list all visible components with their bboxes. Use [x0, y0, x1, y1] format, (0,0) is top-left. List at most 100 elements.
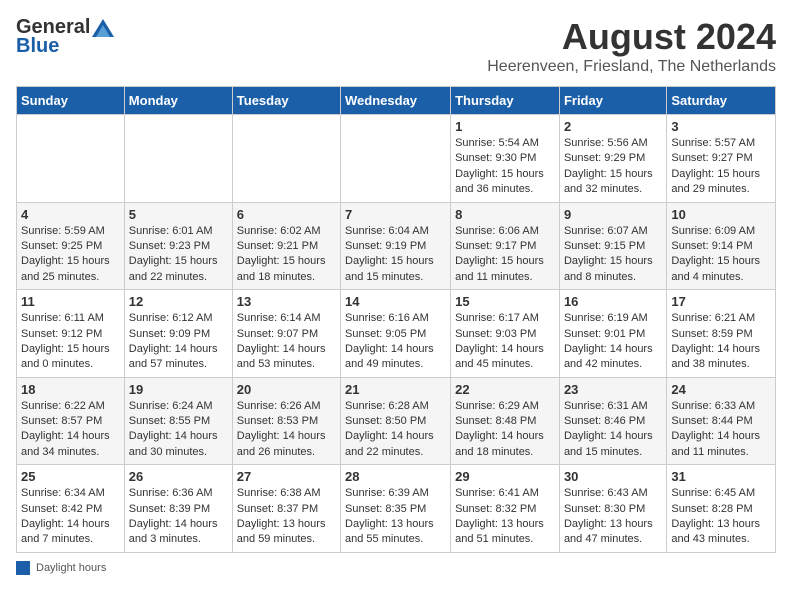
day-number: 22	[455, 382, 555, 397]
day-info: Sunrise: 6:24 AM Sunset: 8:55 PM Dayligh…	[129, 399, 228, 461]
day-info: Sunrise: 5:57 AM Sunset: 9:27 PM Dayligh…	[671, 136, 771, 198]
calendar-cell: 22 Sunrise: 6:29 AM Sunset: 8:48 PM Dayli…	[451, 377, 560, 465]
day-number: 4	[21, 207, 120, 222]
day-info: Sunrise: 6:11 AM Sunset: 9:12 PM Dayligh…	[21, 311, 120, 373]
day-number: 27	[237, 469, 336, 484]
day-info: Sunrise: 6:19 AM Sunset: 9:01 PM Dayligh…	[564, 311, 662, 373]
day-number: 11	[21, 294, 120, 309]
weekday-header-monday: Monday	[124, 87, 232, 115]
calendar-cell: 24Sunrise: 6:33 AM Sunset: 8:44 PM Dayli…	[667, 377, 776, 465]
day-info: Sunrise: 6:36 AM Sunset: 8:39 PM Dayligh…	[129, 486, 228, 548]
calendar-cell: 17Sunrise: 6:21 AM Sunset: 8:59 PM Dayli…	[667, 290, 776, 378]
logo: General Blue	[16, 16, 114, 58]
day-info: Sunrise: 5:54 AM Sunset: 9:30 PM Dayligh…	[455, 136, 555, 198]
weekday-header-tuesday: Tuesday	[232, 87, 340, 115]
calendar-cell: 27Sunrise: 6:38 AM Sunset: 8:37 PM Dayli…	[232, 465, 340, 553]
day-info: Sunrise: 6:16 AM Sunset: 9:05 PM Dayligh…	[345, 311, 446, 373]
day-number: 14	[345, 294, 446, 309]
day-number: 21	[345, 382, 446, 397]
weekday-header-row: SundayMondayTuesdayWednesdayThursdayFrid…	[17, 87, 776, 115]
calendar-cell: 26Sunrise: 6:36 AM Sunset: 8:39 PM Dayli…	[124, 465, 232, 553]
calendar-cell	[341, 115, 451, 203]
day-number: 7	[345, 207, 446, 222]
calendar-table: SundayMondayTuesdayWednesdayThursdayFrid…	[16, 86, 776, 553]
calendar-cell: 21 Sunrise: 6:28 AM Sunset: 8:50 PM Dayli…	[341, 377, 451, 465]
day-number: 25	[21, 469, 120, 484]
day-info: Sunrise: 6:12 AM Sunset: 9:09 PM Dayligh…	[129, 311, 228, 373]
day-info: Sunrise: 6:43 AM Sunset: 8:30 PM Dayligh…	[564, 486, 662, 548]
day-number: 31	[671, 469, 771, 484]
day-number: 8	[455, 207, 555, 222]
calendar-cell: 14 Sunrise: 6:16 AM Sunset: 9:05 PM Dayli…	[341, 290, 451, 378]
day-info: Sunrise: 6:01 AM Sunset: 9:23 PM Dayligh…	[129, 224, 228, 286]
day-info: Sunrise: 5:56 AM Sunset: 9:29 PM Dayligh…	[564, 136, 662, 198]
day-info: Sunrise: 6:17 AM Sunset: 9:03 PM Dayligh…	[455, 311, 555, 373]
calendar-week-2: 4 Sunrise: 5:59 AM Sunset: 9:25 PM Daylig…	[17, 202, 776, 290]
weekday-header-wednesday: Wednesday	[341, 87, 451, 115]
calendar-cell: 13 Sunrise: 6:14 AM Sunset: 9:07 PM Dayli…	[232, 290, 340, 378]
page-header: General Blue August 2024 Heerenveen, Fri…	[16, 16, 776, 76]
weekday-header-saturday: Saturday	[667, 87, 776, 115]
day-info: Sunrise: 6:07 AM Sunset: 9:15 PM Dayligh…	[564, 224, 662, 286]
day-number: 17	[671, 294, 771, 309]
day-number: 28	[345, 469, 446, 484]
logo-icon	[92, 19, 114, 37]
day-info: Sunrise: 6:09 AM Sunset: 9:14 PM Dayligh…	[671, 224, 771, 286]
day-number: 3	[671, 119, 771, 134]
day-number: 6	[237, 207, 336, 222]
weekday-header-thursday: Thursday	[451, 87, 560, 115]
calendar-cell: 20Sunrise: 6:26 AM Sunset: 8:53 PM Dayli…	[232, 377, 340, 465]
day-number: 12	[129, 294, 228, 309]
calendar-cell: 7 Sunrise: 6:04 AM Sunset: 9:19 PM Daylig…	[341, 202, 451, 290]
month-title: August 2024	[487, 16, 776, 58]
day-info: Sunrise: 6:39 AM Sunset: 8:35 PM Dayligh…	[345, 486, 446, 548]
day-info: Sunrise: 6:28 AM Sunset: 8:50 PM Dayligh…	[345, 399, 446, 461]
calendar-week-5: 25 Sunrise: 6:34 AM Sunset: 8:42 PM Dayli…	[17, 465, 776, 553]
title-area: August 2024 Heerenveen, Friesland, The N…	[487, 16, 776, 76]
calendar-cell	[232, 115, 340, 203]
day-info: Sunrise: 6:29 AM Sunset: 8:48 PM Dayligh…	[455, 399, 555, 461]
calendar-cell: 30 Sunrise: 6:43 AM Sunset: 8:30 PM Dayli…	[559, 465, 666, 553]
day-number: 29	[455, 469, 555, 484]
day-number: 19	[129, 382, 228, 397]
calendar-week-1: 1 Sunrise: 5:54 AM Sunset: 9:30 PM Daylig…	[17, 115, 776, 203]
calendar-cell: 23Sunrise: 6:31 AM Sunset: 8:46 PM Dayli…	[559, 377, 666, 465]
day-number: 18	[21, 382, 120, 397]
legend: Daylight hours	[16, 561, 776, 575]
day-info: Sunrise: 6:04 AM Sunset: 9:19 PM Dayligh…	[345, 224, 446, 286]
day-number: 15	[455, 294, 555, 309]
calendar-cell: 3 Sunrise: 5:57 AM Sunset: 9:27 PM Daylig…	[667, 115, 776, 203]
calendar-cell: 15 Sunrise: 6:17 AM Sunset: 9:03 PM Dayli…	[451, 290, 560, 378]
day-info: Sunrise: 6:06 AM Sunset: 9:17 PM Dayligh…	[455, 224, 555, 286]
weekday-header-friday: Friday	[559, 87, 666, 115]
calendar-cell: 6Sunrise: 6:02 AM Sunset: 9:21 PM Daylig…	[232, 202, 340, 290]
day-number: 16	[564, 294, 662, 309]
calendar-cell: 31Sunrise: 6:45 AM Sunset: 8:28 PM Dayli…	[667, 465, 776, 553]
calendar-cell: 4 Sunrise: 5:59 AM Sunset: 9:25 PM Daylig…	[17, 202, 125, 290]
calendar-cell: 28 Sunrise: 6:39 AM Sunset: 8:35 PM Dayli…	[341, 465, 451, 553]
legend-label: Daylight hours	[36, 562, 106, 574]
day-number: 13	[237, 294, 336, 309]
calendar-week-3: 11 Sunrise: 6:11 AM Sunset: 9:12 PM Dayli…	[17, 290, 776, 378]
calendar-cell: 10Sunrise: 6:09 AM Sunset: 9:14 PM Dayli…	[667, 202, 776, 290]
calendar-cell	[17, 115, 125, 203]
calendar-cell: 11 Sunrise: 6:11 AM Sunset: 9:12 PM Dayli…	[17, 290, 125, 378]
calendar-cell: 16 Sunrise: 6:19 AM Sunset: 9:01 PM Dayli…	[559, 290, 666, 378]
day-info: Sunrise: 6:31 AM Sunset: 8:46 PM Dayligh…	[564, 399, 662, 461]
day-info: Sunrise: 6:33 AM Sunset: 8:44 PM Dayligh…	[671, 399, 771, 461]
day-info: Sunrise: 6:22 AM Sunset: 8:57 PM Dayligh…	[21, 399, 120, 461]
calendar-cell: 12 Sunrise: 6:12 AM Sunset: 9:09 PM Dayli…	[124, 290, 232, 378]
day-number: 30	[564, 469, 662, 484]
day-number: 2	[564, 119, 662, 134]
day-number: 1	[455, 119, 555, 134]
day-info: Sunrise: 5:59 AM Sunset: 9:25 PM Dayligh…	[21, 224, 120, 286]
day-number: 9	[564, 207, 662, 222]
calendar-cell: 29Sunrise: 6:41 AM Sunset: 8:32 PM Dayli…	[451, 465, 560, 553]
calendar-week-4: 18 Sunrise: 6:22 AM Sunset: 8:57 PM Dayli…	[17, 377, 776, 465]
day-info: Sunrise: 6:14 AM Sunset: 9:07 PM Dayligh…	[237, 311, 336, 373]
calendar-cell: 19 Sunrise: 6:24 AM Sunset: 8:55 PM Dayli…	[124, 377, 232, 465]
day-info: Sunrise: 6:34 AM Sunset: 8:42 PM Dayligh…	[21, 486, 120, 548]
location: Heerenveen, Friesland, The Netherlands	[487, 58, 776, 76]
calendar-cell: 25 Sunrise: 6:34 AM Sunset: 8:42 PM Dayli…	[17, 465, 125, 553]
day-info: Sunrise: 6:26 AM Sunset: 8:53 PM Dayligh…	[237, 399, 336, 461]
